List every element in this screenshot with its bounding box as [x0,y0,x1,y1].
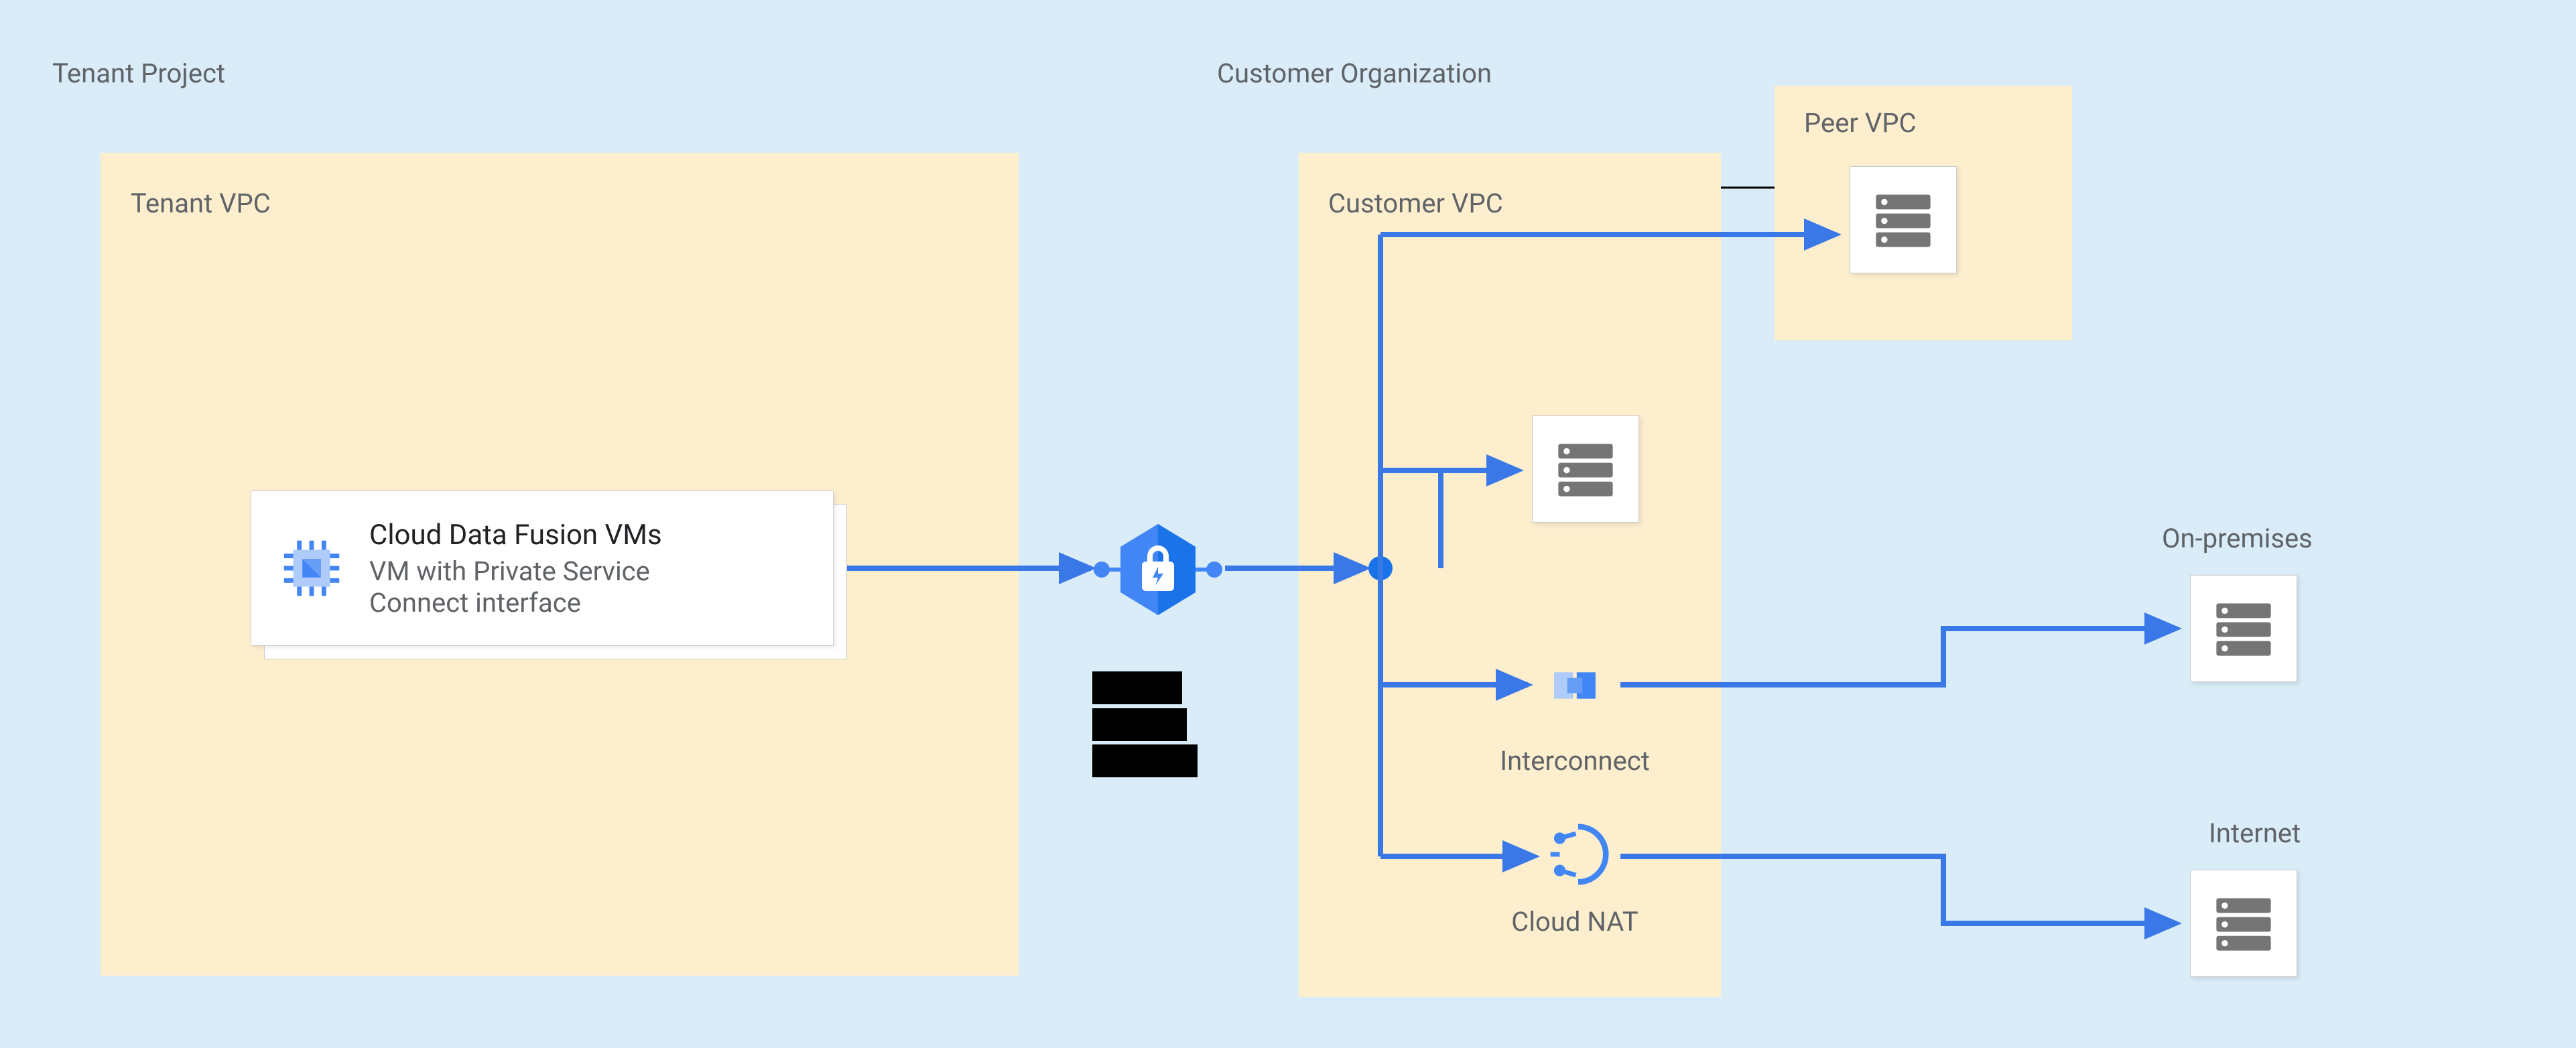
chip-icon [271,531,352,605]
cloud-nat-label: Cloud NAT [1481,905,1669,939]
interconnect-icon [1535,655,1615,716]
cloud-nat-icon [1541,817,1615,891]
on-premises-label: On-premises [2162,521,2313,556]
diagram-canvas: Tenant Project Tenant VPC Customer Organ… [0,0,2576,1048]
customer-vpc-box [1299,153,1721,997]
customer-vpc-label: Customer VPC [1328,186,1503,221]
peer-vpc-server-icon [1850,166,1957,273]
tenant-vpc-label: Tenant VPC [131,186,271,221]
customer-org-label: Customer Organization [1217,56,1492,91]
internet-label: Internet [2209,816,2301,851]
psc-icon [1091,516,1225,626]
vm-card-subtitle-l1: VM with Private Service [369,555,662,587]
vm-card: Cloud Data Fusion VMs VM with Private Se… [251,490,834,646]
tenant-project-label: Tenant Project [52,56,225,91]
psc-label: Private Service Connect [1092,670,1198,780]
peer-vpc-label: Peer VPC [1804,106,1917,141]
interconnect-label: Interconnect [1481,744,1669,779]
vm-card-title: Cloud Data Fusion VMs [369,519,662,551]
vm-card-subtitle-l2: Connect interface [369,587,662,618]
on-premises-server-icon [2190,575,2297,682]
customer-vpc-server-icon [1532,415,1639,523]
internet-server-icon [2190,870,2297,977]
